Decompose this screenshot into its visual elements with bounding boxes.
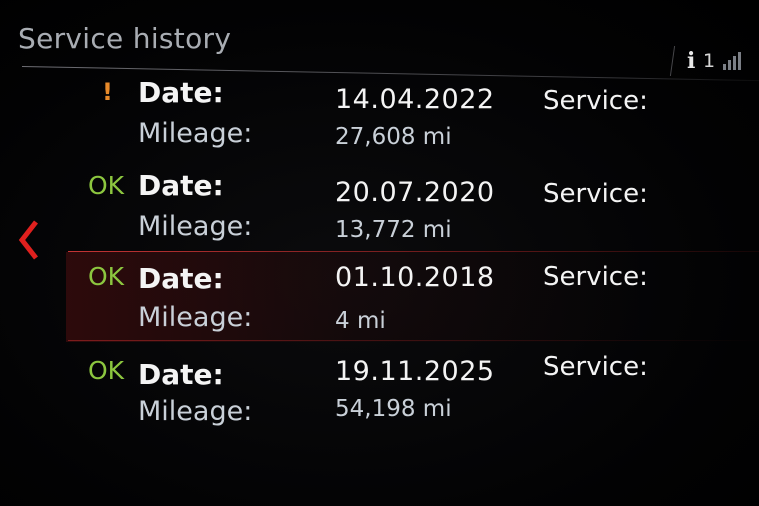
service-label: Service: [543, 352, 648, 382]
mileage-value: 4 mi [335, 308, 386, 334]
mileage-value: 13,772 mi [335, 217, 452, 243]
info-icon[interactable]: i [687, 48, 695, 74]
service-entry-3[interactable]: OK Date: 01.10.2018 Service: Mileage: 4 … [66, 251, 759, 346]
date-label: Date: [138, 358, 224, 391]
service-label: Service: [543, 179, 648, 209]
service-entry-1[interactable]: ! Date: 14.04.2022 Service: Mileage: 27,… [80, 72, 759, 162]
mileage-label: Mileage: [138, 118, 253, 149]
date-value: 19.11.2025 [335, 356, 495, 387]
service-history-screen: Service history i 1 ! Date: 14.04.2022 S… [0, 0, 759, 506]
service-entry-4[interactable]: OK Date: 19.11.2025 Service: Mileage: 54… [80, 350, 759, 440]
ok-status-badge: OK [88, 262, 125, 291]
signal-strength-icon [723, 52, 741, 70]
date-label: Date: [138, 262, 224, 295]
selection-underline [68, 340, 759, 341]
date-value: 14.04.2022 [335, 84, 495, 115]
page-title: Service history [18, 22, 232, 55]
date-value: 01.10.2018 [335, 262, 495, 293]
date-label: Date: [138, 76, 224, 109]
service-label: Service: [543, 86, 648, 116]
date-value: 20.07.2020 [335, 177, 495, 208]
chevron-left-icon[interactable] [14, 218, 44, 262]
ok-status-badge: OK [88, 356, 125, 385]
mileage-label: Mileage: [138, 211, 253, 242]
notification-count: 1 [702, 50, 715, 72]
mileage-label: Mileage: [138, 302, 253, 333]
date-label: Date: [138, 169, 224, 202]
mileage-value: 54,198 mi [335, 396, 452, 422]
mileage-label: Mileage: [138, 396, 253, 427]
mileage-value: 27,608 mi [335, 124, 452, 150]
ok-status-badge: OK [88, 171, 125, 200]
service-entry-2[interactable]: OK Date: 20.07.2020 Service: Mileage: 13… [80, 165, 759, 255]
service-label: Service: [543, 262, 648, 292]
